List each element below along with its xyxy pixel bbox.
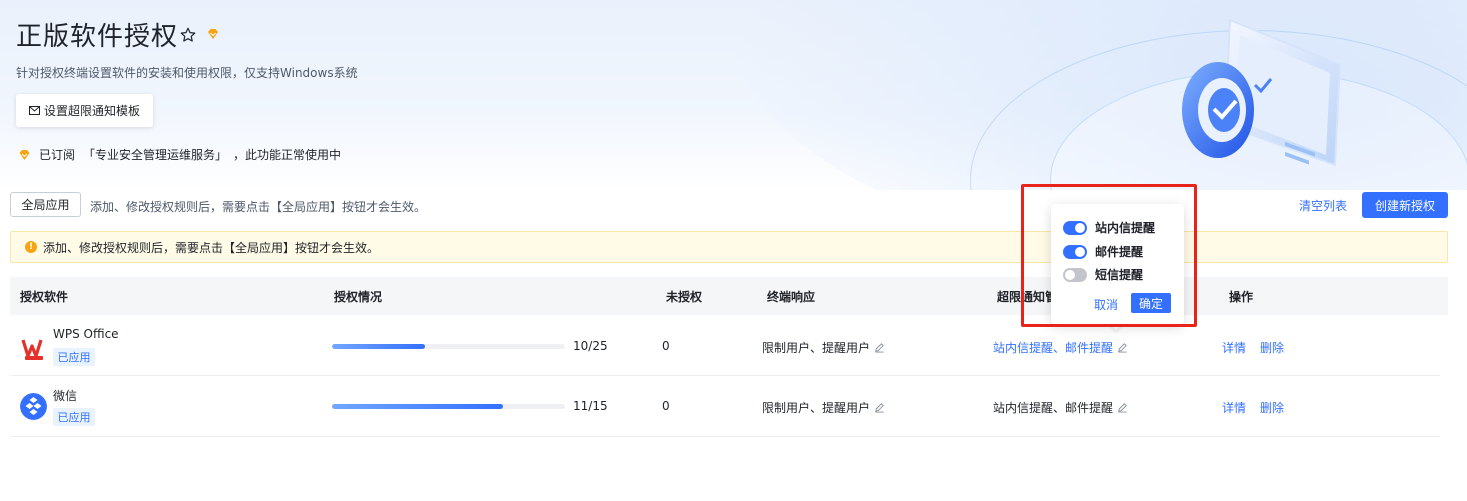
warning-icon: !	[25, 241, 37, 253]
global-apply-hint: 添加、修改授权规则后，需要点击【全局应用】按钮才会生效。	[90, 200, 427, 214]
popover-option-email[interactable]: 邮件提醒	[1063, 243, 1143, 260]
inbox-toggle[interactable]	[1063, 220, 1087, 235]
page-title: 正版软件授权	[16, 22, 179, 52]
clear-list-link[interactable]: 清空列表	[1299, 197, 1347, 214]
applied-tag: 已应用	[53, 408, 95, 426]
mail-icon	[28, 106, 40, 115]
col-header-actions: 操作	[1229, 290, 1254, 304]
wechat-logo-icon	[20, 393, 47, 420]
create-license-button[interactable]: 创建新授权	[1362, 192, 1448, 218]
vip-diamond-icon	[208, 29, 218, 39]
terminal-response: 限制用户、提醒用户	[762, 339, 885, 356]
detail-link[interactable]: 详情	[1222, 339, 1246, 356]
popover-option-inbox[interactable]: 站内信提醒	[1063, 219, 1155, 236]
app-name: 微信	[53, 389, 78, 403]
license-progress-text: 11/15	[573, 399, 608, 413]
popover-option-sms[interactable]: 短信提醒	[1063, 266, 1143, 283]
edit-icon[interactable]	[874, 342, 885, 353]
subscription-prefix: 已订阅	[39, 148, 76, 162]
applied-tag: 已应用	[53, 348, 95, 366]
col-header-software: 授权软件	[20, 290, 69, 304]
delete-link[interactable]: 删除	[1260, 339, 1284, 356]
warning-alert: ! 添加、修改授权规则后，需要点击【全局应用】按钮才会生效。	[10, 231, 1448, 263]
email-option-label: 邮件提醒	[1095, 245, 1144, 259]
subscription-suffix: ，此功能正常使用中	[233, 148, 342, 162]
popover-confirm-button[interactable]: 确定	[1131, 293, 1171, 313]
col-header-notify: 超限通知管	[997, 290, 1058, 304]
set-notify-template-button[interactable]: 设置超限通知模板	[16, 94, 153, 127]
license-progress-bar	[332, 344, 565, 349]
page-subtitle: 针对授权终端设置软件的安装和使用权限，仅支持Windows系统	[16, 66, 358, 80]
sms-option-label: 短信提醒	[1095, 268, 1144, 282]
star-icon[interactable]	[179, 26, 197, 44]
terminal-response: 限制用户、提醒用户	[762, 399, 885, 416]
terminal-response-text: 限制用户、提醒用户	[762, 401, 871, 415]
warning-alert-text: 添加、修改授权规则后，需要点击【全局应用】按钮才会生效。	[43, 240, 380, 255]
license-progress-fill	[332, 404, 503, 409]
license-progress-bar	[332, 404, 565, 409]
global-apply-button[interactable]: 全局应用	[10, 192, 81, 217]
popover-cancel-button[interactable]: 取消	[1094, 296, 1118, 313]
edit-icon[interactable]	[874, 402, 885, 413]
set-notify-template-label: 设置超限通知模板	[43, 104, 140, 118]
license-progress-text: 10/25	[573, 339, 608, 353]
email-toggle[interactable]	[1063, 244, 1087, 259]
sms-toggle[interactable]	[1063, 267, 1087, 282]
subscription-status: 已订阅 「专业安全管理运维服务」 ，此功能正常使用中	[18, 146, 341, 163]
terminal-response-text: 限制用户、提醒用户	[762, 341, 871, 355]
detail-link[interactable]: 详情	[1222, 399, 1246, 416]
notify-setting[interactable]: 站内信提醒、邮件提醒	[993, 339, 1128, 356]
unauthorized-count: 0	[662, 399, 670, 413]
vip-diamond-icon	[19, 149, 30, 160]
unauthorized-count: 0	[662, 339, 670, 353]
subscription-service-link[interactable]: 「专业安全管理运维服务」	[83, 146, 227, 163]
inbox-option-label: 站内信提醒	[1095, 221, 1156, 235]
edit-icon[interactable]	[1117, 342, 1128, 353]
wps-logo-icon	[20, 334, 48, 362]
col-header-unauthorized: 未授权	[666, 290, 703, 304]
notify-setting-text: 站内信提醒、邮件提醒	[993, 341, 1114, 355]
col-header-response: 终端响应	[767, 290, 816, 304]
edit-icon[interactable]	[1117, 402, 1128, 413]
delete-link[interactable]: 删除	[1260, 399, 1284, 416]
notify-setting[interactable]: 站内信提醒、邮件提醒	[993, 399, 1128, 416]
col-header-status: 授权情况	[334, 290, 383, 304]
notify-setting-text: 站内信提醒、邮件提醒	[993, 401, 1114, 415]
license-illustration	[1182, 18, 1342, 167]
app-name: WPS Office	[53, 327, 119, 341]
license-progress-fill	[332, 344, 426, 349]
